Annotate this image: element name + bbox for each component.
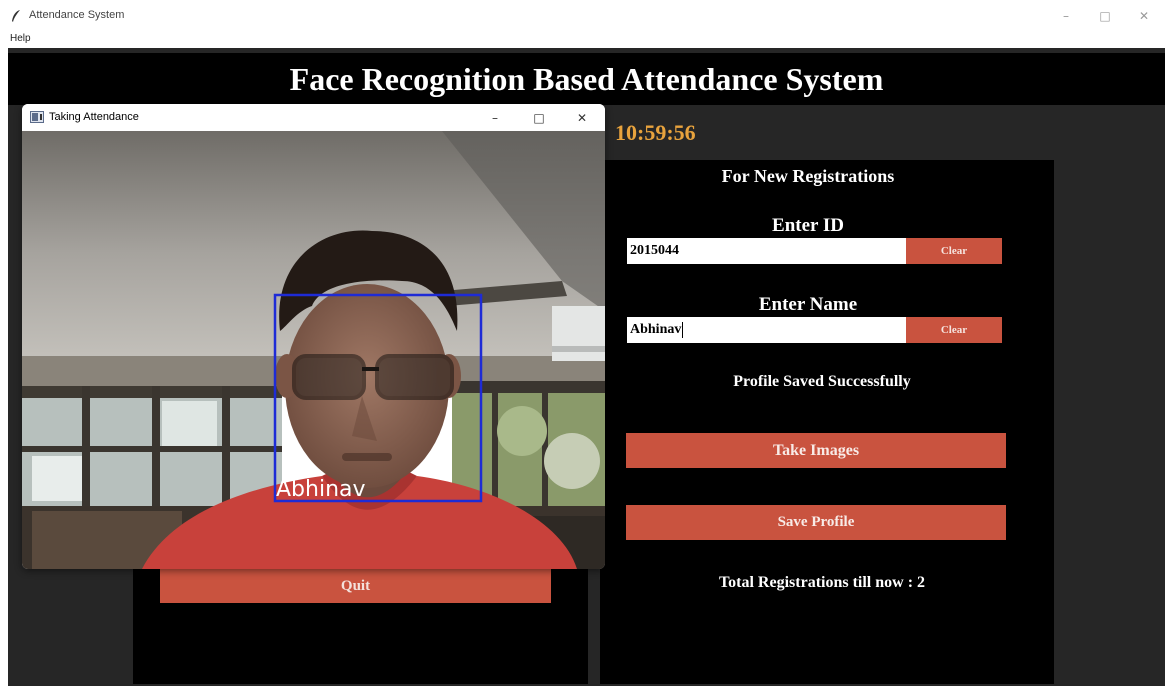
minimize-icon[interactable]: –: [1056, 6, 1076, 26]
clear-name-button[interactable]: Clear: [906, 317, 1002, 343]
take-images-button[interactable]: Take Images: [626, 433, 1006, 468]
status-message: Profile Saved Successfully: [733, 373, 911, 390]
registration-heading: For New Registrations: [721, 166, 895, 186]
id-input-value: 2015044: [630, 243, 679, 258]
window-titlebar: Attendance System – □ ✕: [0, 0, 1165, 32]
camera-window-title: Taking Attendance: [49, 111, 139, 123]
text-caret: [682, 321, 684, 338]
clock: 10:59:56: [615, 120, 696, 145]
quit-button[interactable]: Quit: [160, 569, 551, 603]
window-title: Attendance System: [29, 9, 125, 21]
heading-bar: Face Recognition Based Attendance System: [8, 53, 1165, 105]
name-label: Enter Name: [758, 294, 858, 315]
close-icon[interactable]: ✕: [572, 108, 592, 128]
camera-window[interactable]: Taking Attendance – □ ✕ Abhinav: [22, 104, 605, 569]
menu-help[interactable]: Help: [10, 33, 31, 44]
name-input-value: Abhinav: [630, 322, 682, 337]
name-input[interactable]: Abhinav: [627, 317, 906, 343]
maximize-icon[interactable]: □: [529, 108, 549, 128]
face-label: Abhinav: [276, 477, 366, 502]
feather-icon: [12, 10, 20, 22]
id-input[interactable]: 2015044: [627, 238, 906, 264]
minimize-icon[interactable]: –: [485, 108, 505, 128]
menu-bar: Help: [0, 32, 1165, 48]
total-registrations: Total Registrations till now : 2: [718, 574, 926, 591]
page-title: Face Recognition Based Attendance System: [289, 61, 884, 97]
clear-id-button[interactable]: Clear: [906, 238, 1002, 264]
registration-panel: For New Registrations Enter ID 2015044 C…: [600, 160, 1054, 684]
camera-frame-image: [22, 131, 605, 569]
id-label: Enter ID: [772, 215, 844, 236]
maximize-icon[interactable]: □: [1095, 6, 1115, 26]
camera-feed: Abhinav: [22, 131, 605, 569]
save-profile-button[interactable]: Save Profile: [626, 505, 1006, 540]
close-icon[interactable]: ✕: [1134, 6, 1154, 26]
camera-titlebar[interactable]: Taking Attendance – □ ✕: [22, 104, 605, 131]
window-app-icon: [30, 111, 44, 123]
